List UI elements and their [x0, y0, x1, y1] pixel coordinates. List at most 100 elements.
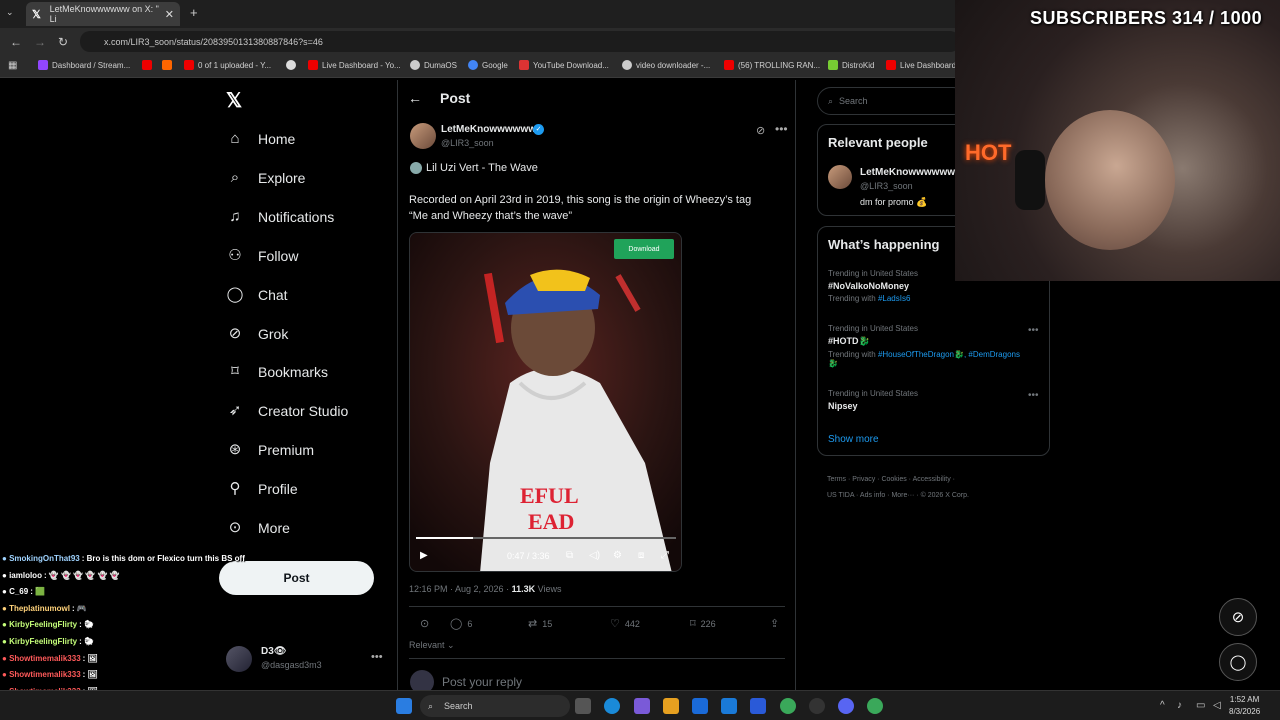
- more-icon[interactable]: •••: [775, 122, 788, 136]
- nav-chat[interactable]: ◯ Chat: [226, 280, 288, 310]
- reply-count: 6: [467, 618, 473, 629]
- grok-fab-icon[interactable]: ⊘: [1219, 598, 1257, 636]
- fullscreen-icon[interactable]: ⤢: [661, 550, 669, 561]
- nav-grok[interactable]: ⊘ Grok: [226, 319, 289, 349]
- obs-icon[interactable]: [809, 698, 825, 714]
- nav-creator-studio[interactable]: ➶ Creator Studio: [226, 396, 349, 426]
- like-button[interactable]: ♡ 442: [610, 617, 640, 630]
- chevron-up-icon[interactable]: ^: [1160, 700, 1165, 711]
- show-more-link[interactable]: Show more: [828, 434, 879, 445]
- tab-list-icon[interactable]: ⌄: [6, 7, 14, 18]
- more-icon[interactable]: •••: [371, 651, 383, 663]
- bookmark-8[interactable]: DistroKid: [828, 60, 874, 70]
- bookmark-button[interactable]: ⌑ 226: [690, 617, 716, 630]
- bookmark-3[interactable]: DumaOS: [410, 60, 457, 70]
- taskbar-search[interactable]: ⌕ Search: [420, 695, 570, 717]
- store-icon[interactable]: [692, 698, 708, 714]
- svg-text:EAD: EAD: [528, 509, 574, 534]
- chrome-icon[interactable]: [780, 698, 796, 714]
- person-name[interactable]: LetMeKnowwwwww: [860, 167, 955, 178]
- discord-icon[interactable]: [838, 698, 854, 714]
- nav-notifications[interactable]: ♫ Notifications: [226, 202, 334, 232]
- volume-icon[interactable]: ◁: [1213, 700, 1221, 711]
- bookmark-7[interactable]: (56) TROLLING RAN...: [724, 60, 820, 70]
- outlook-icon[interactable]: [721, 698, 737, 714]
- grok-analyze-button[interactable]: ⊙: [420, 617, 434, 630]
- play-circle-icon: ⊙: [420, 618, 430, 630]
- task-view-icon[interactable]: [575, 698, 591, 714]
- browser-tab[interactable]: 𝕏 LetMeKnowwwwww on X: " Li ✕: [26, 2, 180, 26]
- nav-home[interactable]: ⌂ Home: [226, 124, 295, 154]
- footer-links[interactable]: Terms · Privacy · Cookies · Accessibilit…: [827, 472, 1047, 504]
- bookmark-4[interactable]: Google: [468, 60, 508, 70]
- app-icon[interactable]: [750, 698, 766, 714]
- edge-icon[interactable]: [604, 698, 620, 714]
- heart-icon: ♡: [610, 618, 620, 630]
- post-button[interactable]: Post: [219, 561, 374, 595]
- reload-icon[interactable]: ↻: [58, 35, 68, 49]
- x-logo-icon[interactable]: 𝕏: [226, 88, 242, 113]
- microphone-icon[interactable]: ♪: [1177, 700, 1182, 711]
- grok-icon[interactable]: ⊘: [756, 124, 765, 137]
- trend-more-icon[interactable]: •••: [1028, 325, 1039, 336]
- author-handle[interactable]: @LIR3_soon: [441, 138, 494, 148]
- forward-icon[interactable]: →: [34, 35, 46, 49]
- chat-username: iamloloo: [9, 570, 42, 580]
- play-icon[interactable]: ▶: [420, 550, 428, 561]
- trend-item[interactable]: Trending in United States #NoValkoNoMone…: [828, 269, 918, 303]
- windows-start-icon[interactable]: [396, 698, 412, 714]
- nav-profile[interactable]: ⚲ Profile: [226, 474, 298, 504]
- video-player[interactable]: EFUL EAD Download ▶ 0:47 / 3:36 ⧉ ◁) ⚙ ⧈…: [409, 232, 682, 572]
- trend-more-icon[interactable]: •••: [1028, 390, 1039, 401]
- network-icon[interactable]: ▭: [1196, 700, 1205, 711]
- volume-icon[interactable]: ◁): [589, 550, 600, 561]
- video-progress-bar[interactable]: [416, 537, 676, 539]
- apps-icon[interactable]: ▦: [8, 60, 17, 71]
- download-button[interactable]: Download: [614, 239, 674, 259]
- nav-follow[interactable]: ⚇ Follow: [226, 241, 298, 271]
- back-arrow-icon[interactable]: ←: [408, 90, 422, 106]
- account-switcher[interactable]: D3👁 @dasgasd3m3 •••: [226, 642, 386, 678]
- bookmark-yt-icon[interactable]: [142, 60, 156, 70]
- reply-input[interactable]: Post your reply: [442, 675, 522, 689]
- bookmark-9[interactable]: Live Dashboard: [886, 60, 956, 70]
- author-name[interactable]: LetMeKnowwwwww: [441, 124, 536, 135]
- bookmark-1[interactable]: 0 of 1 uploaded - Y...: [184, 60, 271, 70]
- settings-gear-icon[interactable]: ⚙: [613, 550, 622, 561]
- app-icon[interactable]: [634, 698, 650, 714]
- system-clock[interactable]: 1:52 AM 8/3/2026: [1229, 694, 1260, 718]
- new-tab-icon[interactable]: +: [190, 5, 198, 20]
- bookmark-5[interactable]: YouTube Download...: [519, 60, 609, 70]
- file-explorer-icon[interactable]: [663, 698, 679, 714]
- search-icon: ⌕: [428, 700, 434, 711]
- nav-bookmarks[interactable]: ⌑ Bookmarks: [226, 357, 328, 387]
- trend-item[interactable]: Trending in United States Nipsey: [828, 389, 918, 414]
- nav-more[interactable]: ⊙ More: [226, 513, 290, 543]
- reply-sort-dropdown[interactable]: Relevant ⌄: [409, 640, 455, 651]
- author-avatar[interactable]: [410, 123, 436, 149]
- bookmark-0[interactable]: Dashboard / Stream...: [38, 60, 130, 70]
- chrome-icon[interactable]: [867, 698, 883, 714]
- views-count: 11.3K: [511, 584, 536, 594]
- repost-button[interactable]: ⇄ 15: [528, 617, 552, 630]
- bookmark-github-icon[interactable]: [286, 60, 300, 70]
- chat-text: : Bro is this dom or Flexico turn this B…: [81, 554, 245, 563]
- avatar[interactable]: [828, 165, 852, 189]
- bookmark-6[interactable]: video downloader -...: [622, 60, 710, 70]
- nav-premium[interactable]: ⊛ Premium: [226, 435, 314, 465]
- back-icon[interactable]: ←: [10, 35, 22, 49]
- captions-icon[interactable]: ⧉: [566, 550, 573, 561]
- pip-icon[interactable]: ⧈: [638, 550, 644, 561]
- bookmark-2[interactable]: Live Dashboard - Yo...: [308, 60, 401, 70]
- search-input[interactable]: ⌕ Search: [817, 87, 967, 115]
- chat-fab-icon[interactable]: ◯: [1219, 643, 1257, 681]
- nav-explore[interactable]: ⌕ Explore: [226, 163, 306, 193]
- trend-item[interactable]: Trending in United States #HOTD🐉 Trendin…: [828, 324, 1028, 368]
- close-tab-icon[interactable]: ✕: [165, 8, 174, 21]
- url-field[interactable]: x.com/LIR3_soon/status/20839501313808878…: [80, 31, 960, 52]
- reply-button[interactable]: ◯ 6: [450, 617, 472, 630]
- post-timestamp[interactable]: 12:16 PM · Aug 2, 2026 ·: [409, 584, 512, 594]
- add-person-icon: ⚇: [228, 247, 242, 264]
- bookmark-orange-icon[interactable]: [162, 60, 176, 70]
- share-button[interactable]: ⇪: [770, 617, 784, 630]
